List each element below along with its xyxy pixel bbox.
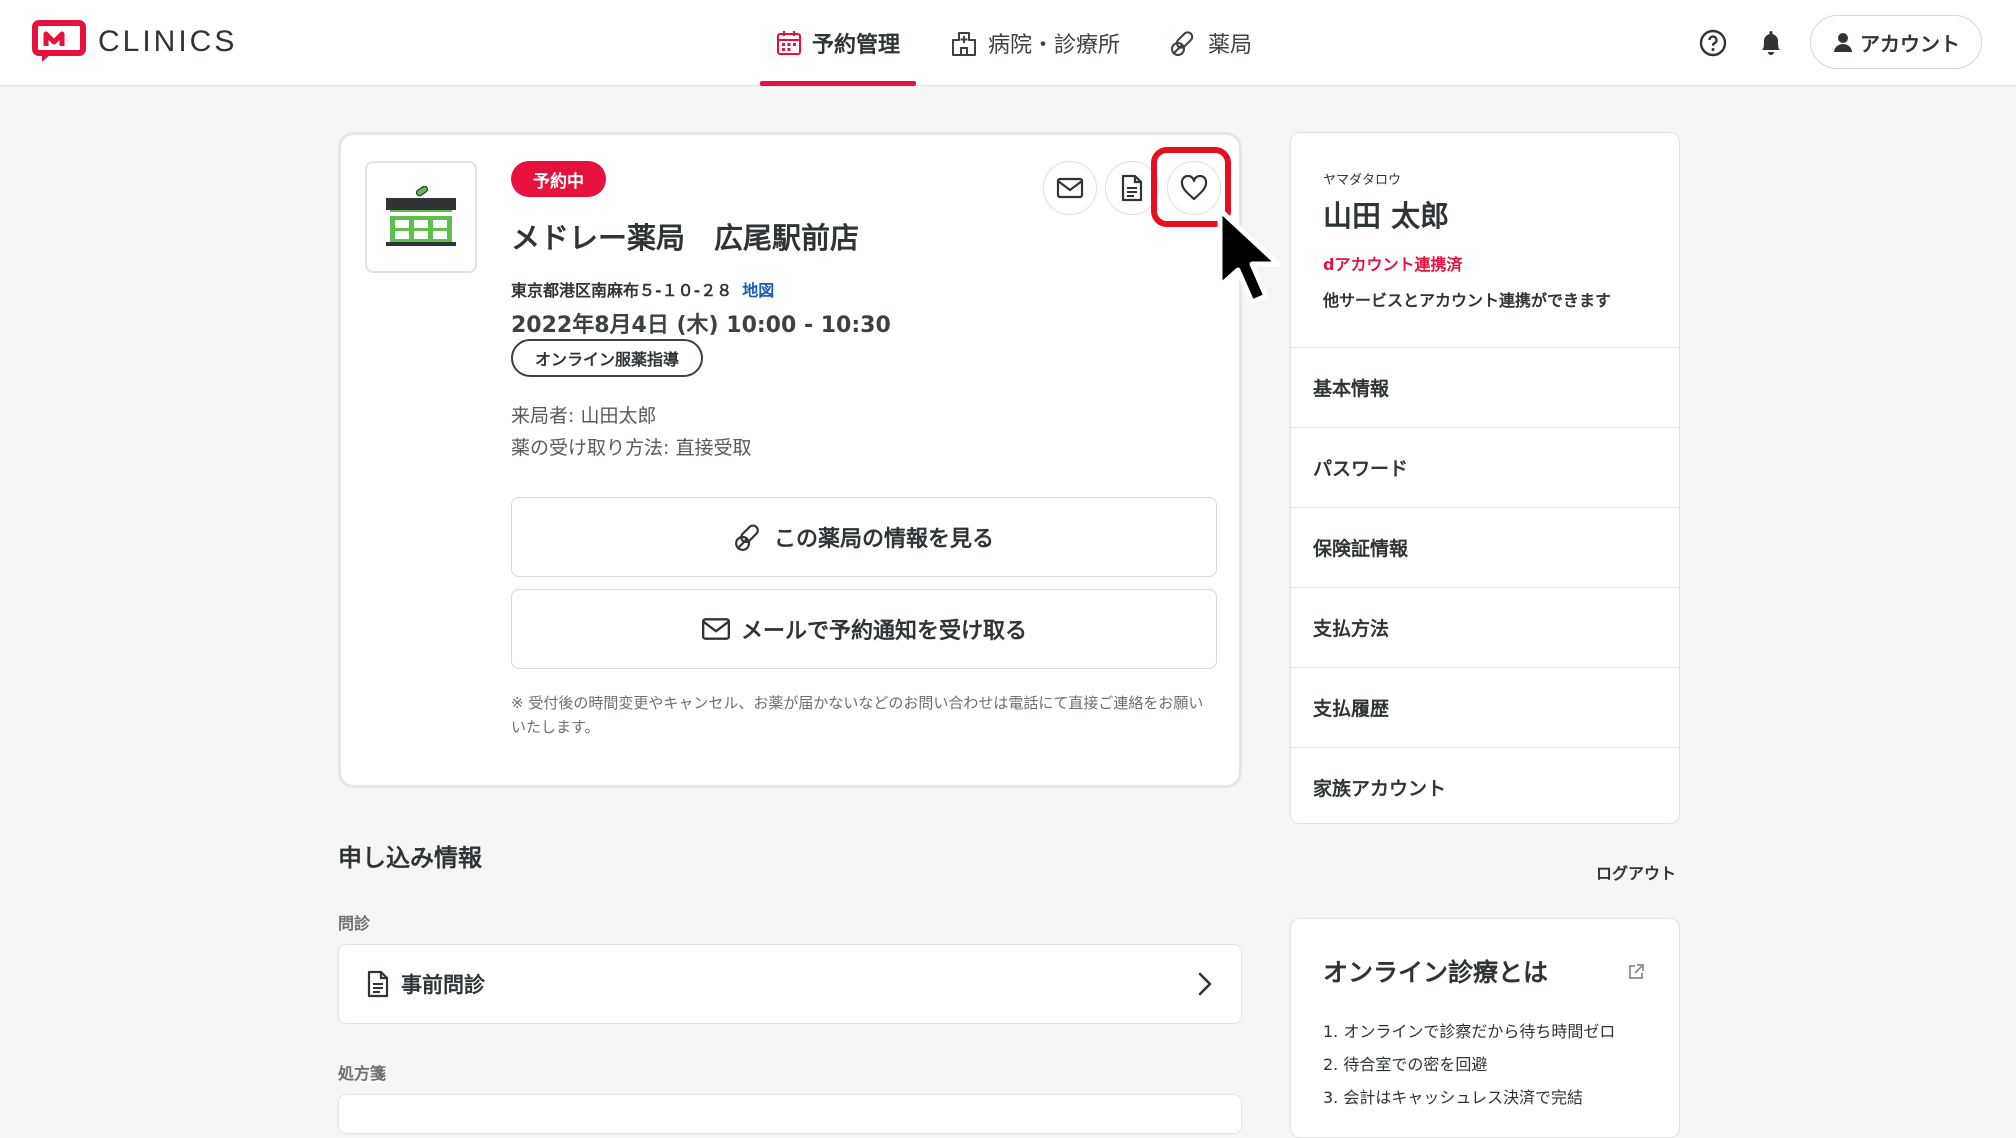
reservation-type-chip: オンライン服薬指導 xyxy=(511,339,704,377)
reservation-card: 予約中 メドレー薬局 広尾駅前店 東京都港区南麻布５-１０-２８ 地図 2022年… xyxy=(338,132,1242,788)
menu-item-insurance[interactable]: 保険証情報 xyxy=(1291,507,1679,587)
nav-label: 薬局 xyxy=(1208,33,1253,58)
document-icon xyxy=(367,970,389,998)
application-section-title: 申し込み情報 xyxy=(338,844,482,872)
nav-pharmacy[interactable]: 薬局 xyxy=(1154,0,1268,86)
menu-item-family-account[interactable]: 家族アカウント xyxy=(1291,747,1679,823)
logout-link[interactable]: ログアウト xyxy=(1596,860,1676,884)
document-icon xyxy=(1121,174,1143,202)
pickup-method: 薬の受け取り方法: 直接受取 xyxy=(511,437,752,459)
calendar-icon xyxy=(777,31,801,55)
button-label: メールで予約通知を受け取る xyxy=(740,619,1027,644)
cancellation-note: ※ 受付後の時間変更やキャンセル、お薬が届かないなどのお問い合わせは電話にて直接… xyxy=(511,694,1204,736)
visitor-info: 来局者: 山田太郎 xyxy=(511,405,657,427)
online-consultation-card[interactable]: オンライン診療とは 1. オンラインで診察だから待ち時間ゼロ 2. 待合室での密… xyxy=(1290,918,1680,1138)
pharmacy-name: メドレー薬局 広尾駅前店 xyxy=(511,221,860,255)
online-benefits-list: 1. オンラインで診察だから待ち時間ゼロ 2. 待合室での密を回避 3. 会計は… xyxy=(1323,1015,1615,1114)
user-name: 山田 太郎 xyxy=(1323,199,1450,233)
menu-item-payment-history[interactable]: 支払履歴 xyxy=(1291,667,1679,747)
favorite-button[interactable] xyxy=(1167,161,1221,215)
logo-text: CLINICS xyxy=(98,25,238,58)
bell-icon[interactable] xyxy=(1756,28,1786,58)
clinics-logo[interactable]: CLINICS xyxy=(32,20,237,64)
list-item: 2. 待合室での密を回避 xyxy=(1323,1055,1488,1074)
mail-icon xyxy=(1056,177,1084,199)
pill-icon xyxy=(735,524,759,551)
pre-interview-label: 事前問診 xyxy=(401,973,485,997)
pill-icon xyxy=(1171,31,1194,56)
profile-panel: ヤマダタロウ 山田 太郎 dアカウント連携済 他サービスとアカウント連携ができま… xyxy=(1290,132,1680,824)
external-link-icon[interactable] xyxy=(1627,963,1645,981)
mail-icon xyxy=(701,618,731,640)
pre-interview-row[interactable]: 事前問診 xyxy=(338,944,1242,1024)
top-header: CLINICS 予約管理 病院・診療所 薬局 アカウント xyxy=(0,0,2016,86)
pharmacy-info-button[interactable]: この薬局の情報を見る xyxy=(511,497,1217,577)
account-button[interactable]: アカウント xyxy=(1810,15,1982,69)
menu-item-password[interactable]: パスワード xyxy=(1291,427,1679,507)
nav-label: 予約管理 xyxy=(812,33,901,58)
prescription-row[interactable] xyxy=(338,1094,1242,1134)
menu-item-payment-method[interactable]: 支払方法 xyxy=(1291,587,1679,667)
d-account-linked-status[interactable]: dアカウント連携済 xyxy=(1323,251,1462,275)
nav-label: 病院・診療所 xyxy=(988,33,1121,58)
pharmacy-store-icon xyxy=(386,186,456,246)
message-button[interactable] xyxy=(1043,161,1097,215)
pharmacy-address: 東京都港区南麻布５-１０-２８ xyxy=(511,281,733,300)
hospital-icon xyxy=(952,32,977,56)
account-link-note: 他サービスとアカウント連携ができます xyxy=(1323,291,1612,310)
main-nav: 予約管理 病院・診療所 薬局 xyxy=(760,0,1286,86)
heart-icon xyxy=(1180,175,1208,201)
pharmacy-thumbnail xyxy=(365,161,477,273)
button-label: この薬局の情報を見る xyxy=(773,527,994,552)
prescription-label: 処方箋 xyxy=(338,1064,387,1083)
user-name-kana: ヤマダタロウ xyxy=(1323,173,1402,188)
account-menu: 基本情報 パスワード 保険証情報 支払方法 支払履歴 家族アカウント xyxy=(1291,347,1679,823)
chevron-right-icon xyxy=(1198,972,1212,996)
help-icon[interactable] xyxy=(1698,28,1728,58)
mail-notification-button[interactable]: メールで予約通知を受け取る xyxy=(511,589,1217,669)
address-line: 東京都港区南麻布５-１０-２８ 地図 xyxy=(511,277,774,301)
online-card-title: オンライン診療とは xyxy=(1323,958,1549,987)
mouse-cursor-icon xyxy=(1217,207,1281,305)
user-icon xyxy=(1834,33,1852,52)
nav-hospitals[interactable]: 病院・診療所 xyxy=(934,0,1136,86)
map-link[interactable]: 地図 xyxy=(742,281,774,300)
nav-reservations[interactable]: 予約管理 xyxy=(760,0,917,86)
interview-label: 問診 xyxy=(338,914,371,933)
list-item: 1. オンラインで診察だから待ち時間ゼロ xyxy=(1323,1022,1616,1041)
account-label: アカウント xyxy=(1860,31,1960,56)
document-button[interactable] xyxy=(1105,161,1159,215)
menu-item-basic-info[interactable]: 基本情報 xyxy=(1291,347,1679,427)
list-item: 3. 会計はキャッシュレス決済で完結 xyxy=(1323,1088,1584,1107)
status-badge: 予約中 xyxy=(511,161,606,197)
reservation-datetime: 2022年8月4日 (木) 10:00 - 10:30 xyxy=(511,313,891,338)
clinics-logo-icon xyxy=(32,20,86,62)
